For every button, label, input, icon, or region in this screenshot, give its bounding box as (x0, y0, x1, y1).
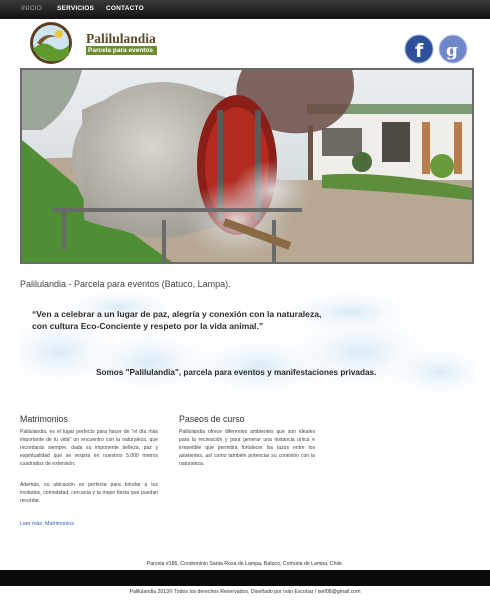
svg-text:g: g (446, 41, 458, 61)
somos-statement: Somos "Palilulandia", parcela para event… (96, 368, 377, 377)
svg-text:f: f (415, 40, 424, 62)
matrimonios-paragraph-1: Palilulandia, es el lugar perfecto para … (20, 429, 158, 468)
hero-photo-drawing (22, 70, 472, 262)
hero-photo (20, 68, 474, 264)
column-title-matrimonios: Matrimonios (20, 414, 68, 424)
mission-quote: “Ven a celebrar a un lugar de paz, alegr… (32, 308, 432, 332)
page-title: Palilulandia - Parcela para eventos (Bat… (20, 279, 231, 289)
facebook-icon[interactable]: f (404, 34, 434, 64)
footer-copyright: Palilulandia 2013© Todos los derechos Re… (129, 589, 361, 595)
google-plus-icon[interactable]: g (438, 34, 468, 64)
footer-bar (0, 570, 490, 586)
top-navigation-bar: INICIO SERVICIOS CONTACTO (0, 0, 490, 19)
nav-link-servicios[interactable]: SERVICIOS (57, 5, 94, 12)
nav-link-contacto[interactable]: CONTACTO (106, 5, 144, 12)
brand-tagline: Parcela para eventos (86, 46, 158, 55)
column-title-paseos: Paseos de curso (179, 414, 245, 424)
brand-name: Palilulandia (86, 31, 156, 46)
footer-address: Parcela #186, Condominio Santa Rosa de L… (146, 561, 344, 567)
palilulandia-logo-icon[interactable] (29, 21, 73, 65)
nav-link-inicio[interactable]: INICIO (21, 5, 42, 12)
paseos-paragraph-1: Palilulandia ofrece diferentes ambientes… (179, 429, 315, 468)
read-more-matrimonios-link[interactable]: Leer más: Matrimonios (20, 521, 74, 527)
quote-line-1: “Ven a celebrar a un lugar de paz, alegr… (32, 309, 322, 319)
matrimonios-paragraph-2: Además, su ubicación es perfecta para br… (20, 482, 158, 505)
quote-line-2: con cultura Eco-Conciente y respeto por … (32, 321, 264, 331)
